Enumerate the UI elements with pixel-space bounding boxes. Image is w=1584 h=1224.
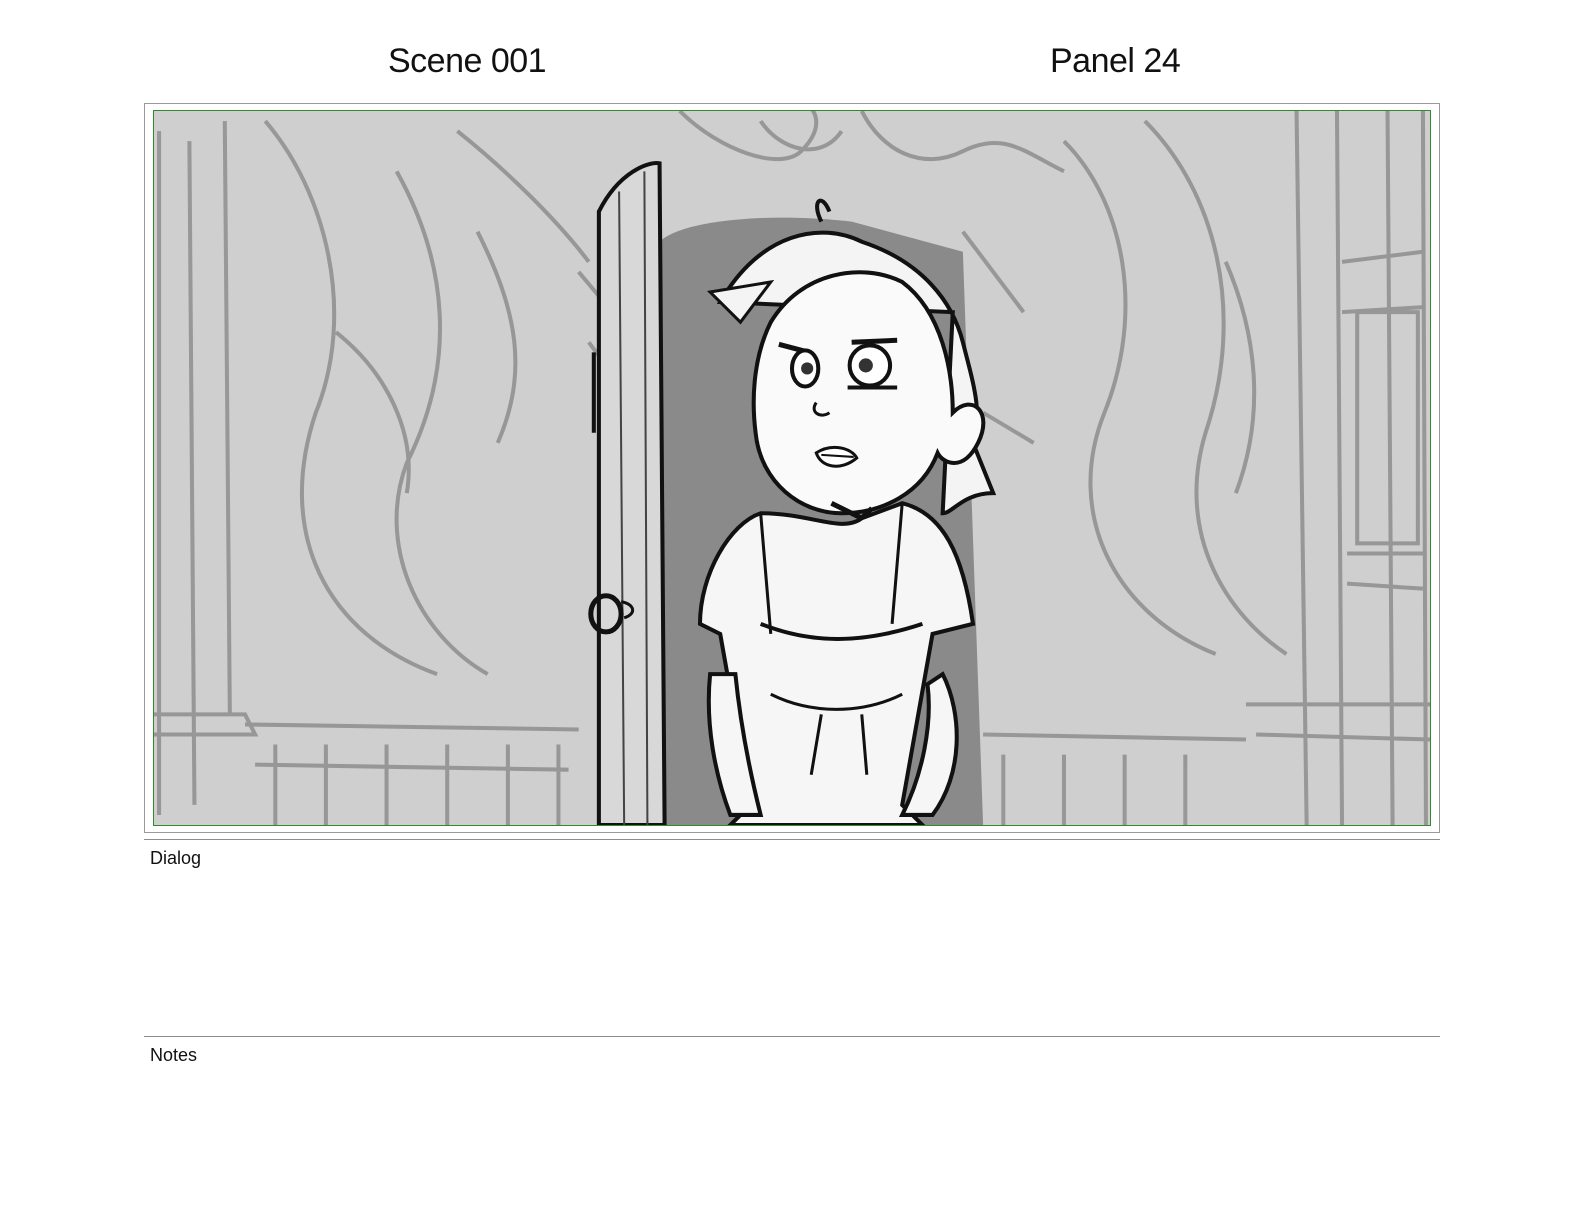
notes-divider: [144, 1036, 1440, 1037]
panel-number: Panel 24: [1050, 42, 1181, 80]
panel-safe-area: [153, 110, 1431, 826]
storyboard-panel-frame: [144, 103, 1440, 833]
dialog-label: Dialog: [150, 848, 202, 868]
notes-text: [150, 1070, 1430, 1210]
storyboard-drawing: [154, 111, 1430, 825]
notes-label: Notes: [150, 1045, 198, 1065]
scene-number: Scene 001: [388, 42, 547, 80]
dialog-divider: [144, 839, 1440, 840]
dialog-text: [150, 872, 1430, 1022]
